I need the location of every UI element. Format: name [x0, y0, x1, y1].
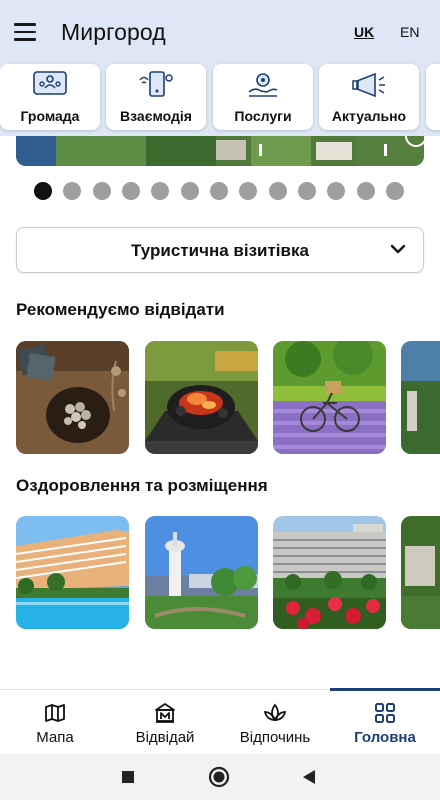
services-icon — [248, 73, 278, 97]
carousel-dot[interactable] — [210, 182, 228, 200]
carousel-dot[interactable] — [298, 182, 316, 200]
nav-home-label: Головна — [354, 729, 416, 746]
category-more-card[interactable] — [426, 64, 440, 130]
tourist-card-dropdown[interactable]: Туристична візитівка — [16, 227, 424, 273]
category-label: Послуги — [234, 108, 292, 124]
tourist-card-label: Туристична візитівка — [131, 241, 309, 260]
recommended-item[interactable] — [273, 341, 386, 454]
recommended-item[interactable] — [401, 341, 440, 454]
category-services-button[interactable]: Послуги — [213, 64, 313, 130]
back-triangle-icon[interactable] — [298, 766, 320, 788]
nav-map[interactable]: Мапа — [0, 690, 110, 754]
carousel-dot[interactable] — [386, 182, 404, 200]
recommended-image-partial — [401, 341, 440, 454]
wellness-section-title: Оздоровлення та розміщення — [16, 476, 268, 495]
carousel-dot[interactable] — [327, 182, 345, 200]
category-label: Громада — [20, 108, 80, 124]
nav-visit[interactable]: Відвідай — [110, 690, 220, 754]
wellness-item[interactable] — [16, 516, 129, 629]
language-uk-button[interactable]: UK — [354, 24, 374, 40]
carousel-dot[interactable] — [269, 182, 287, 200]
hamburger-menu-icon[interactable] — [10, 17, 40, 47]
museum-icon — [155, 703, 175, 723]
app-header: Миргород UK EN — [0, 0, 440, 62]
carousel-dot[interactable] — [357, 182, 375, 200]
category-community-button[interactable]: Громада — [0, 64, 100, 130]
megaphone-icon — [352, 72, 385, 98]
nav-relax[interactable]: Відпочинь — [220, 690, 330, 754]
carousel-dot[interactable] — [63, 182, 81, 200]
chevron-down-icon — [390, 244, 406, 254]
system-navigation-bar — [0, 754, 440, 800]
carousel-dot[interactable] — [239, 182, 257, 200]
hero-slide-image[interactable] — [16, 136, 424, 166]
wellness-item[interactable] — [273, 516, 386, 629]
recommended-image-fire — [145, 341, 258, 454]
category-strip: Громада Взаємодія Послуги Актуально — [0, 62, 440, 136]
wellness-image-water-tower — [145, 516, 258, 629]
grid-icon — [375, 703, 395, 723]
carousel-dot[interactable] — [34, 182, 52, 200]
wellness-item[interactable] — [145, 516, 258, 629]
recommended-item[interactable] — [145, 341, 258, 454]
interaction-icon — [139, 71, 173, 97]
category-label: Взаємодія — [120, 108, 192, 124]
category-interaction-button[interactable]: Взаємодія — [106, 64, 206, 130]
nav-visit-label: Відвідай — [135, 729, 195, 746]
carousel-dot[interactable] — [93, 182, 111, 200]
carousel-dot[interactable] — [122, 182, 140, 200]
recent-apps-icon[interactable] — [117, 766, 139, 788]
wellness-item[interactable] — [401, 516, 440, 629]
carousel-dot[interactable] — [151, 182, 169, 200]
wellness-image-partial — [401, 516, 440, 629]
nav-relax-label: Відпочинь — [239, 729, 311, 746]
category-news-button[interactable]: Актуально — [319, 64, 419, 130]
category-label: Актуально — [331, 108, 407, 124]
bottom-navigation: Мапа Відвідай Відпочинь Головна — [0, 688, 440, 754]
nav-home[interactable]: Головна — [330, 690, 440, 754]
hero-image — [16, 136, 424, 166]
home-circle-icon[interactable] — [208, 766, 230, 788]
recommended-section-title: Рекомендуємо відвідати — [16, 300, 225, 319]
community-icon — [33, 71, 67, 95]
recommended-item[interactable] — [16, 341, 129, 454]
app-title: Миргород — [61, 19, 166, 45]
lotus-icon — [264, 703, 286, 722]
map-icon — [45, 704, 65, 722]
recommended-image-bicycle — [273, 341, 386, 454]
carousel-dot[interactable] — [181, 182, 199, 200]
language-en-button[interactable]: EN — [400, 24, 419, 40]
wellness-image-hotel-flowers — [273, 516, 386, 629]
nav-map-label: Мапа — [36, 729, 74, 746]
wellness-image-sanatorium-pool — [16, 516, 129, 629]
recommended-image-still-life — [16, 341, 129, 454]
